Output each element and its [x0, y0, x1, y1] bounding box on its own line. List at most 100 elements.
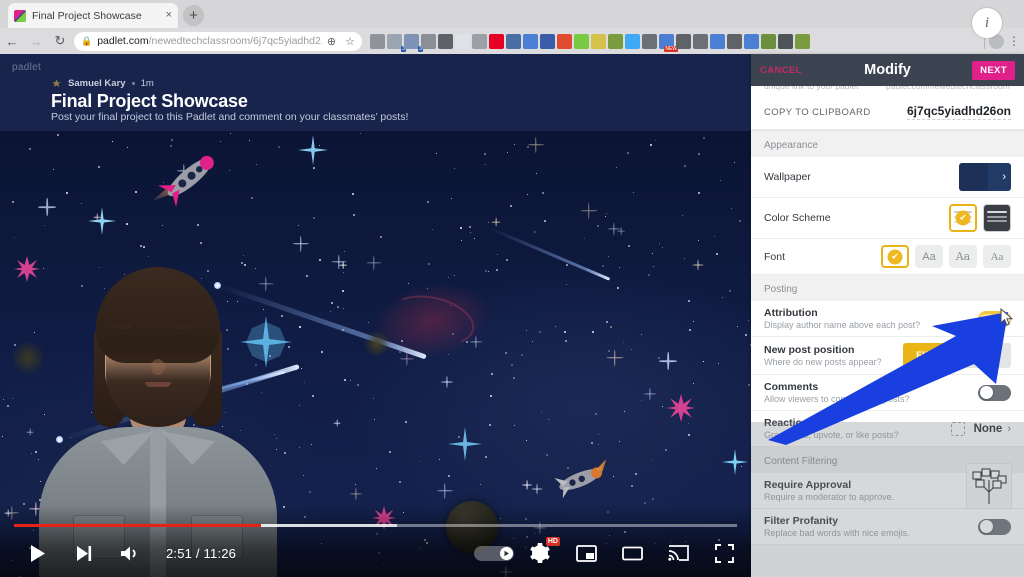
copy-to-clipboard-label: COPY TO CLIPBOARD: [764, 106, 871, 118]
save-bookmark[interactable]: 3: [387, 33, 406, 52]
theater-mode-button[interactable]: [609, 529, 655, 577]
pen-bookmark[interactable]: [642, 33, 657, 49]
back-icon[interactable]: ←: [0, 34, 24, 49]
forward-icon[interactable]: →: [24, 34, 48, 49]
note-bookmark[interactable]: [455, 33, 470, 49]
next-video-button[interactable]: [60, 529, 106, 577]
volume-button[interactable]: [106, 529, 152, 577]
video-bookmark[interactable]: [523, 33, 538, 49]
tree-bookmark[interactable]: [795, 33, 810, 49]
padlet-favicon-icon: [14, 9, 26, 22]
brow-right: [173, 325, 191, 329]
globe-bookmark[interactable]: [761, 33, 776, 49]
star: [659, 243, 660, 244]
doc-bookmark[interactable]: [744, 33, 759, 49]
gear-bookmark[interactable]: [608, 33, 623, 49]
cloud-bookmark[interactable]: [370, 33, 385, 49]
position-option-last[interactable]: LAST: [958, 343, 1011, 368]
require-approval-row[interactable]: Require Approval Require a moderator to …: [751, 463, 1024, 509]
refresh-bookmark[interactable]: [557, 33, 572, 49]
star: [650, 144, 653, 147]
minus-bookmark[interactable]: [421, 33, 436, 49]
next-button[interactable]: NEXT: [972, 60, 1015, 80]
camera-bookmark[interactable]: [710, 33, 725, 49]
new-bookmark[interactable]: NEW: [659, 33, 678, 52]
star: [474, 238, 475, 239]
play-button[interactable]: [14, 529, 60, 577]
sparkle-star: [26, 428, 33, 435]
section-posting: Posting: [751, 275, 1024, 301]
progress-bar[interactable]: [14, 524, 737, 527]
swirl-bookmark[interactable]: [778, 33, 793, 49]
star: [344, 379, 346, 381]
font-option-3[interactable]: Aa: [949, 245, 977, 268]
star: [380, 236, 383, 239]
star: [309, 491, 311, 493]
star: [44, 225, 46, 227]
font-option-4[interactable]: Aa: [983, 245, 1011, 268]
page-description: Post your final project to this Padlet a…: [51, 111, 409, 123]
new-post-position-row[interactable]: New post position Where do new posts app…: [751, 337, 1024, 375]
comments-row[interactable]: Comments Allow viewers to comment on pos…: [751, 375, 1024, 411]
new-tab-button[interactable]: +: [183, 5, 204, 26]
cursor-bookmark[interactable]: [727, 33, 742, 49]
star: [480, 484, 482, 486]
star: [352, 193, 354, 195]
new-post-position-label: New post position: [764, 344, 855, 356]
settings-button[interactable]: HD: [517, 529, 563, 577]
comments-toggle[interactable]: [978, 384, 1011, 401]
star: [12, 398, 13, 399]
browser-menu-icon[interactable]: ⋮: [1004, 34, 1024, 48]
font-row[interactable]: Font Aa ✔ Aa Aa Aa: [751, 239, 1024, 275]
y-bookmark[interactable]: [540, 33, 555, 49]
chevron-right-icon[interactable]: ›: [1007, 423, 1011, 435]
font-option-1[interactable]: Aa ✔: [881, 245, 909, 268]
filter-profanity-toggle[interactable]: [978, 518, 1011, 535]
iq-bookmark[interactable]: [506, 33, 521, 49]
cast-button[interactable]: [655, 529, 701, 577]
bookmark-star-icon[interactable]: ☆: [345, 35, 355, 48]
photo-bookmark[interactable]: [591, 33, 606, 49]
author-row: Samuel Kary 1m: [51, 78, 154, 89]
comments-label: Comments: [764, 381, 819, 393]
position-option-first[interactable]: FIRST: [903, 343, 959, 368]
install-icon[interactable]: ⊕: [327, 35, 336, 48]
close-icon[interactable]: ×: [166, 10, 172, 21]
colorful-bookmark[interactable]: [574, 33, 589, 49]
fullscreen-button[interactable]: [701, 529, 747, 577]
font-option-2[interactable]: Aa: [915, 245, 943, 268]
url-text: padlet.com/newedtechclassroom/6j7qc5yiad…: [97, 35, 322, 47]
attribution-row[interactable]: Attribution Display author name above ea…: [751, 301, 1024, 337]
address-bar[interactable]: 🔒 padlet.com/newedtechclassroom/6j7qc5yi…: [74, 31, 362, 51]
color-scheme-row[interactable]: Color Scheme ✔: [751, 198, 1024, 239]
color-scheme-light-option[interactable]: ✔: [949, 204, 977, 232]
star: [652, 498, 655, 501]
link-bookmark[interactable]: 3: [404, 33, 423, 52]
video-canvas[interactable]: 2:51 / 11:26 HD: [0, 131, 751, 577]
autoplay-toggle[interactable]: [471, 529, 517, 577]
shield-bookmark[interactable]: [438, 33, 453, 49]
padlet-logo[interactable]: padlet: [12, 62, 41, 73]
diamond-bookmark[interactable]: [625, 33, 640, 49]
image-bookmark[interactable]: [472, 33, 487, 49]
sparkle-star: [531, 483, 542, 494]
filter-profanity-row[interactable]: Filter Profanity Replace bad words with …: [751, 509, 1024, 545]
star: [624, 411, 625, 412]
wallpaper-row[interactable]: Wallpaper ›: [751, 157, 1024, 198]
profile-avatar[interactable]: i: [972, 8, 1002, 38]
autoplay-switch[interactable]: [474, 545, 514, 561]
scissors-bookmark[interactable]: [676, 33, 691, 49]
cancel-button[interactable]: CANCEL: [760, 65, 802, 76]
copy-to-clipboard-row[interactable]: COPY TO CLIPBOARD 6j7qc5yiadhd26on: [751, 95, 1024, 130]
star: [303, 475, 304, 476]
wallpaper-thumbnail[interactable]: ›: [959, 163, 1011, 191]
download-bookmark[interactable]: [693, 33, 708, 49]
star: [564, 331, 567, 334]
browser-tab[interactable]: Final Project Showcase ×: [8, 3, 178, 28]
pinterest-bookmark[interactable]: [489, 33, 504, 49]
star: [256, 164, 257, 165]
miniplayer-button[interactable]: [563, 529, 609, 577]
color-scheme-dark-option[interactable]: [983, 204, 1011, 232]
reload-icon[interactable]: ↻: [48, 33, 72, 49]
reactions-row[interactable]: Reactions Grade, star, upvote, or like p…: [751, 411, 1024, 447]
